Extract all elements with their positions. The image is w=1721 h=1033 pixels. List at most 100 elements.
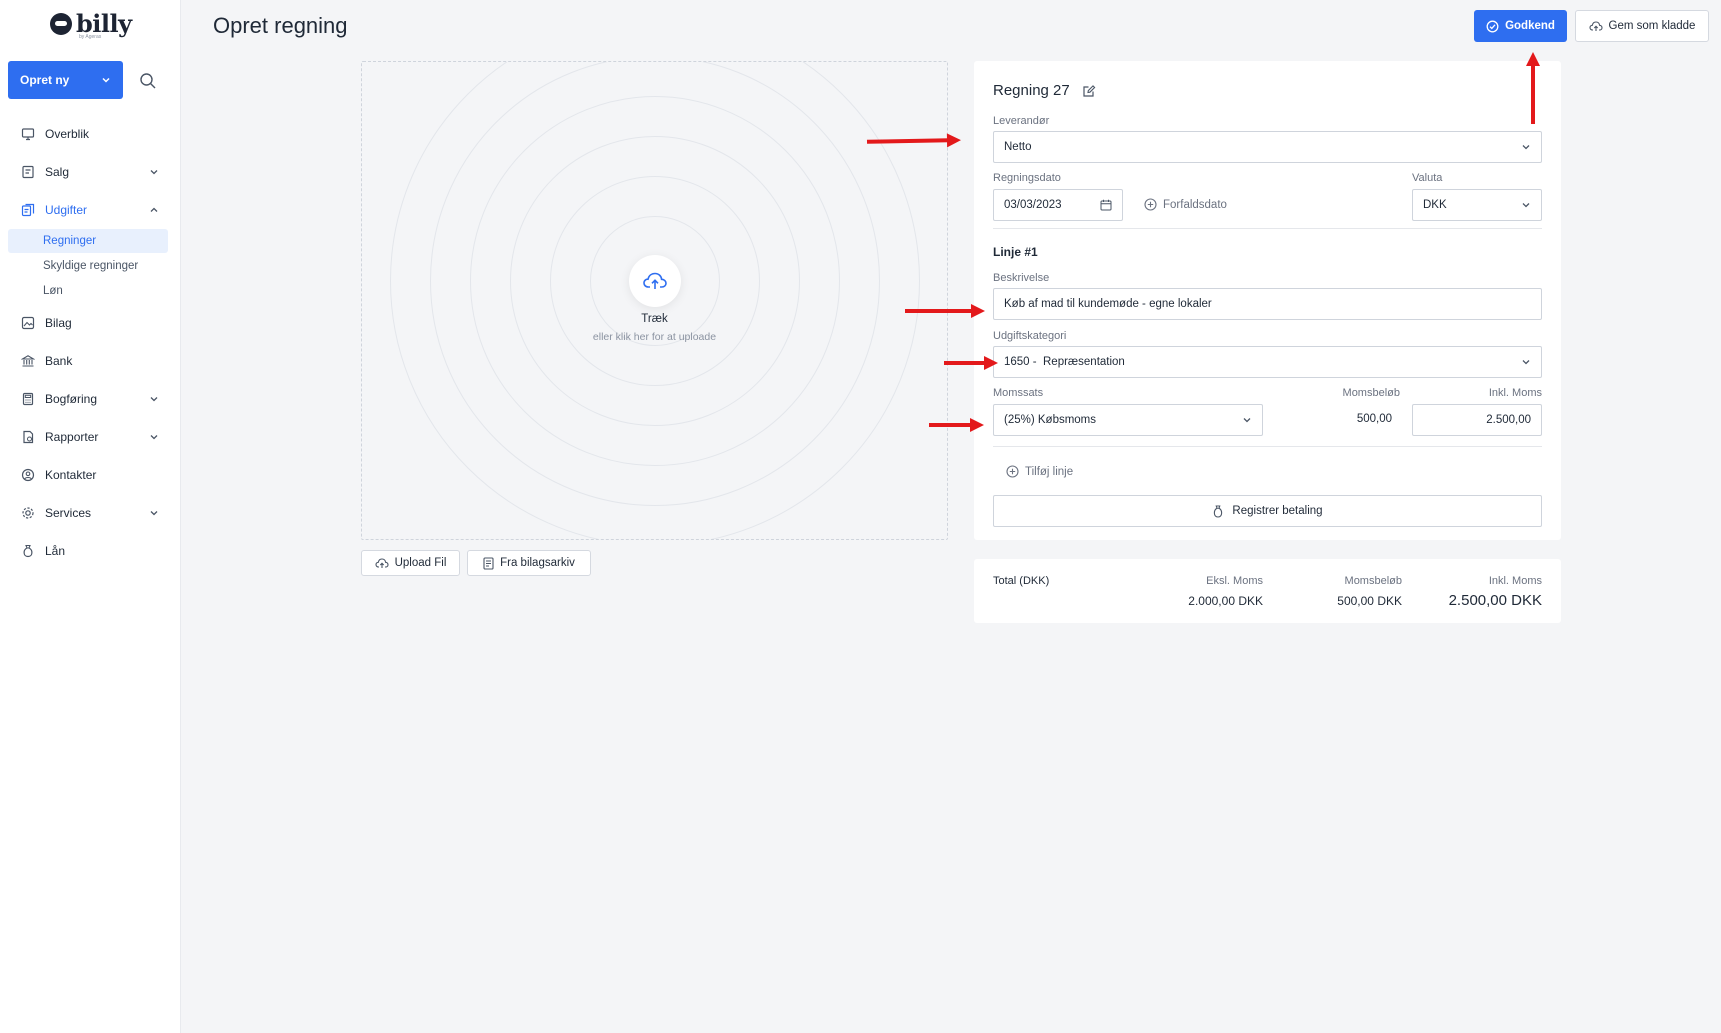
currency-label: Valuta <box>1412 172 1443 184</box>
totals-incl-vat-value: 2.500,00 DKK <box>1448 592 1542 609</box>
document-icon <box>483 556 494 570</box>
sidebar-item-udgifter[interactable]: Udgifter <box>0 191 181 229</box>
cloud-upload-icon <box>1588 21 1603 31</box>
sidebar-subitem-lon[interactable]: Løn <box>8 279 168 303</box>
sales-icon <box>21 165 35 179</box>
totals-vat-label: Momsbeløb <box>1344 575 1402 587</box>
chevron-up-icon <box>150 207 158 212</box>
billy-logo[interactable]: billy <box>50 12 132 36</box>
sidebar-item-label: Bank <box>45 354 73 368</box>
money-bag-icon <box>1214 505 1223 518</box>
expense-category-value: 1650 - Repræsentation <box>1004 356 1125 368</box>
bill-title-row: Regning 27 <box>993 82 1096 99</box>
sidebar-item-label: Salg <box>45 165 70 179</box>
approve-label: Godkend <box>1505 20 1555 32</box>
file-dropzone[interactable]: Træk eller klik her for at uploade <box>361 61 948 540</box>
divider <box>993 446 1542 447</box>
bill-date-input[interactable]: 03/03/2023 <box>993 189 1123 221</box>
incl-vat-label: Inkl. Moms <box>1488 387 1542 399</box>
sidebar-item-salg[interactable]: Salg <box>0 153 181 191</box>
dropzone-title: Træk <box>641 313 668 325</box>
sidebar-item-overblik[interactable]: Overblik <box>0 115 181 153</box>
bill-form-card: Regning 27 Leverandør Netto Regningsdato… <box>974 61 1561 540</box>
chevron-down-icon <box>1522 203 1530 208</box>
approve-button[interactable]: Godkend <box>1474 10 1567 42</box>
save-draft-button[interactable]: Gem som kladde <box>1575 10 1709 42</box>
description-input[interactable]: Køb af mad til kundemøde - egne lokaler <box>993 288 1542 320</box>
expense-category-select[interactable]: 1650 - Repræsentation <box>993 346 1542 378</box>
add-due-date-button[interactable]: Forfaldsdato <box>1144 198 1227 211</box>
save-draft-label: Gem som kladde <box>1608 20 1696 32</box>
sidebar-item-label: Rapporter <box>45 430 99 444</box>
description-label: Beskrivelse <box>993 272 1050 284</box>
sidebar-item-bogforing[interactable]: Bogføring <box>0 380 181 418</box>
main-nav: Overblik Salg Udgifter Regninger Skyldig… <box>0 115 181 570</box>
vat-rate-label: Momssats <box>993 387 1044 399</box>
sidebar-item-bilag[interactable]: Bilag <box>0 304 181 342</box>
totals-vat-value: 500,00 DKK <box>1337 594 1402 608</box>
contacts-icon <box>21 468 35 482</box>
reports-icon <box>21 430 35 444</box>
vendor-select[interactable]: Netto <box>993 131 1542 163</box>
line-title: Linje #1 <box>993 245 1038 259</box>
plus-circle-icon <box>1006 465 1019 478</box>
sidebar-item-label: Lån <box>45 544 66 558</box>
vat-rate-value: (25%) Købsmoms <box>1004 414 1097 426</box>
services-icon <box>21 506 35 520</box>
upload-file-button[interactable]: Upload Fil <box>361 550 460 576</box>
currency-value: DKK <box>1423 199 1447 211</box>
annotation-arrow-approve <box>1526 52 1540 124</box>
chevron-down-icon <box>1522 360 1530 365</box>
currency-select[interactable]: DKK <box>1412 189 1542 221</box>
incl-vat-input[interactable]: 2.500,00 <box>1412 404 1542 436</box>
chevron-down-icon <box>150 170 158 175</box>
dropzone-subtitle: eller klik her for at uploade <box>592 331 717 343</box>
plus-circle-icon <box>1144 198 1157 211</box>
add-line-label: Tilføj linje <box>1025 465 1074 478</box>
billy-mascot-icon <box>50 13 72 35</box>
dashboard-icon <box>21 127 35 141</box>
receipt-icon <box>21 316 35 330</box>
sidebar: billy by Ageras Opret ny Overblik Salg U… <box>0 0 181 1033</box>
from-archive-label: Fra bilagsarkiv <box>500 557 575 569</box>
page-title: Opret regning <box>213 13 348 38</box>
annotation-arrow-vat-rate <box>929 418 984 432</box>
sidebar-item-rapporter[interactable]: Rapporter <box>0 418 181 456</box>
sidebar-item-label: Services <box>45 506 92 520</box>
incl-vat-value: 2.500,00 <box>1486 414 1531 426</box>
calendar-icon <box>1100 199 1112 211</box>
sidebar-item-services[interactable]: Services <box>0 494 181 532</box>
cloud-upload-icon <box>375 558 389 568</box>
loan-icon <box>21 544 35 558</box>
vat-amount-label: Momsbeløb <box>1342 387 1400 399</box>
vat-rate-select[interactable]: (25%) Købsmoms <box>993 404 1263 436</box>
chevron-down-icon <box>102 77 110 83</box>
expense-category-label: Udgiftskategori <box>993 330 1067 342</box>
bill-date-value: 03/03/2023 <box>1004 199 1062 211</box>
chevron-down-icon <box>150 435 158 440</box>
bill-title: Regning 27 <box>993 82 1070 99</box>
chevron-down-icon <box>150 511 158 516</box>
create-new-button[interactable]: Opret ny <box>8 61 123 99</box>
sidebar-subitem-skyldige-regninger[interactable]: Skyldige regninger <box>8 254 168 278</box>
divider <box>993 228 1542 229</box>
chevron-down-icon <box>1243 418 1251 423</box>
chevron-down-icon <box>1522 145 1530 150</box>
sidebar-item-kontakter[interactable]: Kontakter <box>0 456 181 494</box>
sidebar-item-bank[interactable]: Bank <box>0 342 181 380</box>
edit-icon[interactable] <box>1082 84 1096 98</box>
register-payment-button[interactable]: Registrer betaling <box>993 495 1542 527</box>
add-line-button[interactable]: Tilføj linje <box>1006 465 1073 478</box>
sidebar-item-label: Bilag <box>45 316 72 330</box>
sidebar-subitem-regninger[interactable]: Regninger <box>8 229 168 253</box>
bill-date-label: Regningsdato <box>993 172 1061 184</box>
sidebar-item-label: Udgifter <box>45 203 88 217</box>
sidebar-item-lan[interactable]: Lån <box>0 532 181 570</box>
create-new-label: Opret ny <box>20 73 70 87</box>
brand-name: billy <box>76 9 132 38</box>
from-archive-button[interactable]: Fra bilagsarkiv <box>467 550 591 576</box>
sidebar-item-label: Bogføring <box>45 392 98 406</box>
search-icon[interactable] <box>137 70 159 92</box>
upload-button[interactable] <box>629 255 681 307</box>
cloud-upload-icon <box>643 272 667 289</box>
